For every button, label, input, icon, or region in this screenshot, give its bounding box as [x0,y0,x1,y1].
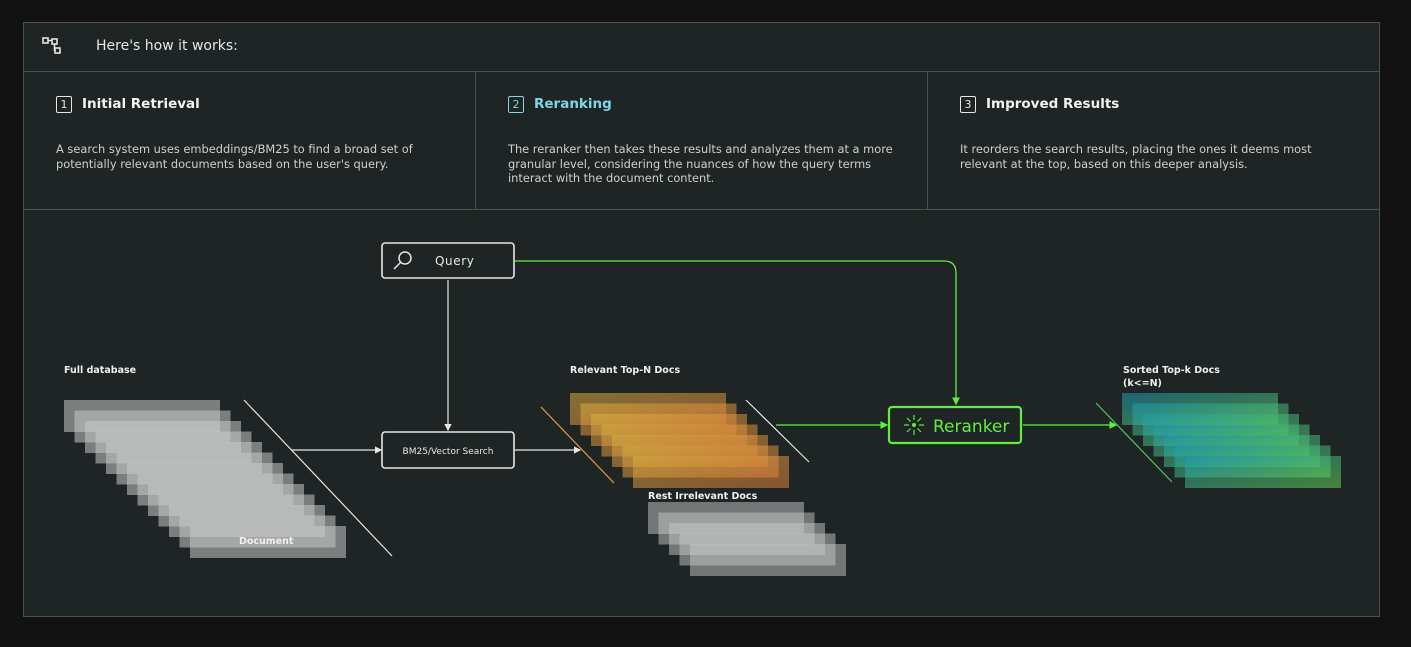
irrelevant-docs-label: Rest Irrelevant Docs [648,491,758,502]
irrelevant-docs-stack [648,502,846,576]
full-database-label: Full database [64,365,136,376]
panel-header: Here's how it works: [24,23,1379,72]
relevant-document-sheet [633,456,789,488]
reranker-label: Reranker [933,417,1009,437]
query-label: Query [435,254,474,268]
full-database-stack [64,400,346,558]
sorted-document-sheet [1185,456,1341,488]
reranker-burst-icon [904,415,924,435]
relevant-docs-stack [570,393,789,488]
step-description: A search system uses embeddings/BM25 to … [56,142,413,171]
query-to-reranker-arrow [515,260,960,406]
steps-row: 1 Initial Retrieval A search system uses… [24,72,1379,210]
irrelevant-document-sheet [690,544,846,576]
document-label: Document [239,536,294,547]
query-box: Query [381,242,515,279]
step-title: Reranking [534,96,612,112]
step-title: Improved Results [986,96,1120,112]
reranker-box: Reranker [887,405,1023,445]
step-number: 3 [960,96,976,113]
step-reranking: 2 Reranking The reranker then takes thes… [475,72,927,209]
step-improved-results: 3 Improved Results It reorders the searc… [927,72,1379,209]
sorted-docs-sublabel: (k<=N) [1123,378,1162,389]
flow-diagram-icon [42,37,64,61]
step-number: 2 [508,96,524,113]
step-number: 1 [56,96,72,113]
step-initial-retrieval: 1 Initial Retrieval A search system uses… [24,72,475,209]
sorted-docs-stack [1122,393,1341,488]
how-it-works-panel: Here's how it works: 1 Initial Retrieval… [23,22,1380,617]
reranking-flow-diagram: Full database Document Relevant Top-N Do… [64,242,1341,576]
relevant-docs-label: Relevant Top-N Docs [570,365,680,376]
step-title: Initial Retrieval [82,96,200,112]
step-description: The reranker then takes these results an… [508,142,893,185]
sorted-docs-label: Sorted Top-k Docs [1123,365,1220,376]
panel-title: Here's how it works: [96,38,238,54]
vector-search-box: BM25/Vector Search [381,431,515,469]
step-description: It reorders the search results, placing … [960,142,1312,171]
vector-search-label: BM25/Vector Search [403,447,494,457]
